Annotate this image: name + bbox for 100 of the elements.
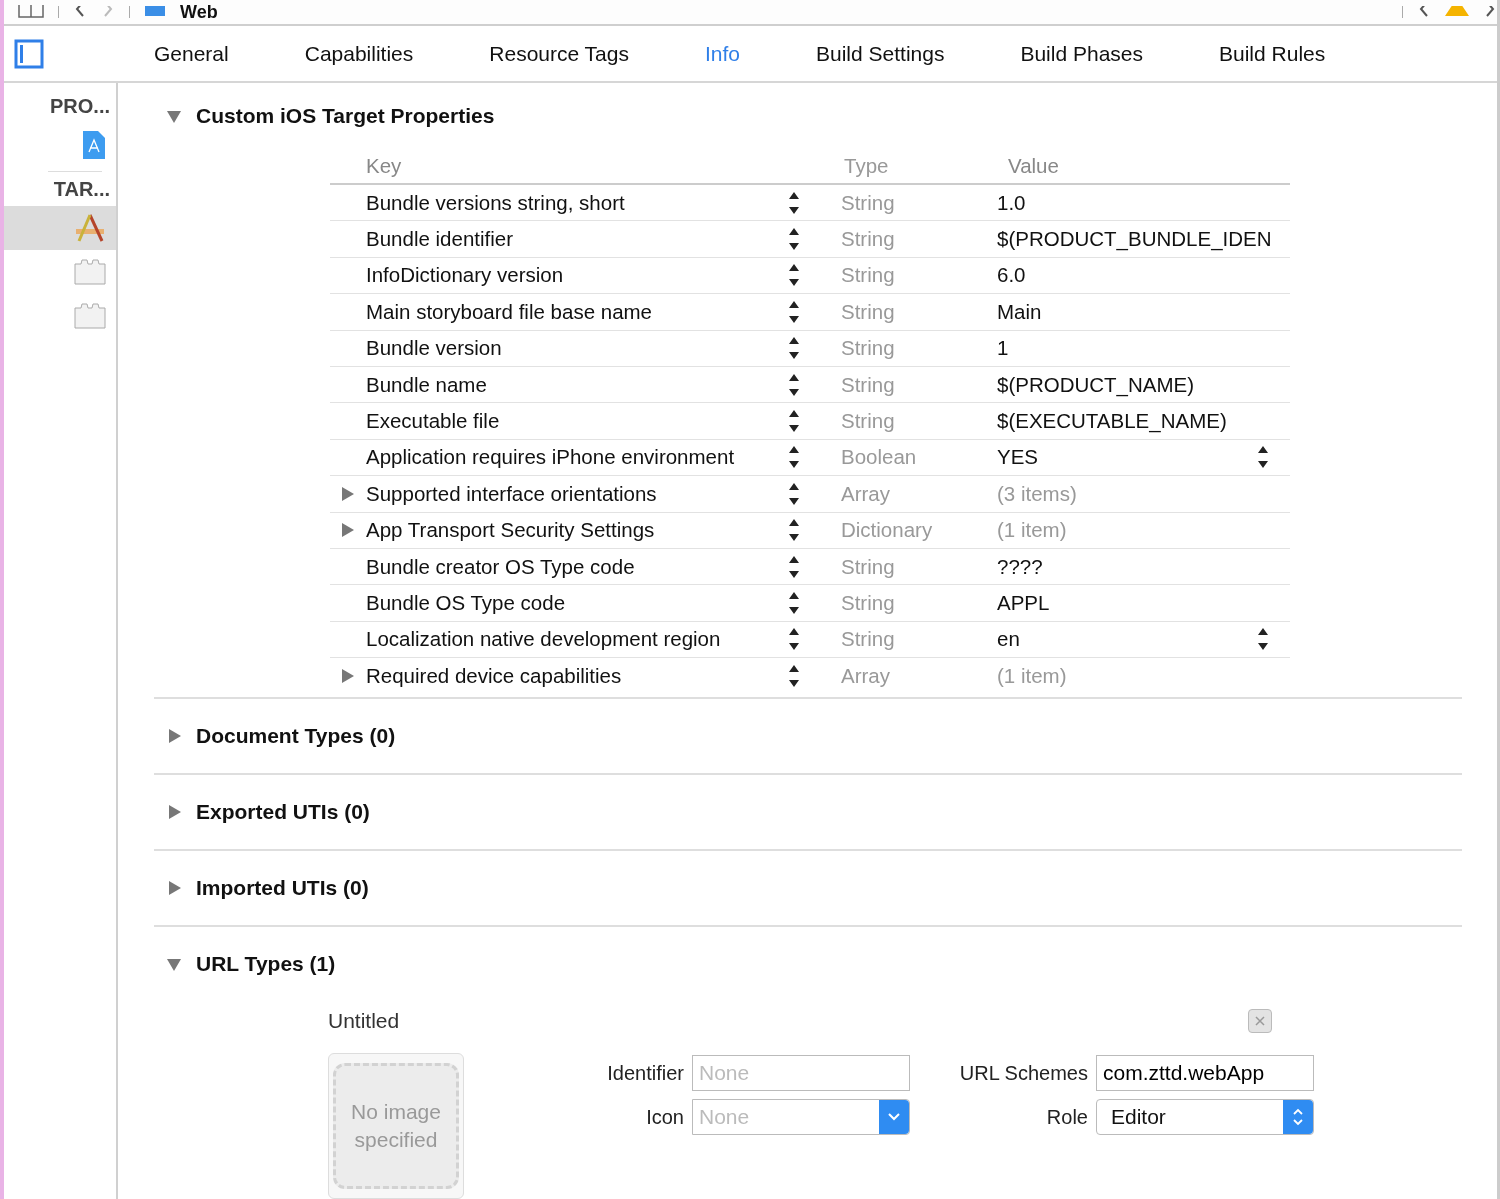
property-key: Executable file xyxy=(366,409,786,434)
stepper-icon[interactable] xyxy=(789,628,799,651)
tab[interactable]: Build Settings xyxy=(816,37,945,70)
field-label: Identifier xyxy=(606,1061,684,1085)
popup-arrows-icon[interactable] xyxy=(1258,628,1268,651)
property-key: Bundle version xyxy=(366,336,786,361)
back-icon[interactable] xyxy=(73,6,87,18)
popup-arrows-icon[interactable] xyxy=(1258,446,1268,469)
bundle-icon xyxy=(74,303,106,329)
disclosure-triangle-icon[interactable] xyxy=(166,804,182,821)
stepper-icon[interactable] xyxy=(789,337,799,360)
stepper-icon[interactable] xyxy=(789,300,799,323)
field-label: Icon xyxy=(645,1105,684,1129)
property-type: Boolean xyxy=(841,445,918,470)
property-value: $(PRODUCT_NAME) xyxy=(997,372,1196,397)
property-value: 1.0 xyxy=(997,190,1027,215)
forward-icon[interactable] xyxy=(1483,6,1497,18)
property-key: Bundle versions string, short xyxy=(366,190,786,215)
field-label: URL Schemes xyxy=(958,1061,1088,1085)
identifier-field[interactable]: None xyxy=(692,1055,910,1092)
stepper-icon[interactable] xyxy=(789,373,799,396)
property-key: InfoDictionary version xyxy=(366,263,786,288)
tab[interactable]: Info xyxy=(705,37,740,70)
column-header: Type xyxy=(844,154,890,178)
disclosure-triangle-icon[interactable] xyxy=(166,956,182,973)
tab[interactable]: Resource Tags xyxy=(489,37,629,70)
property-type: String xyxy=(841,299,896,324)
property-value: (3 items) xyxy=(997,481,1078,506)
disclosure-triangle-icon[interactable] xyxy=(166,108,182,124)
property-key: Main storyboard file base name xyxy=(366,299,786,324)
tab[interactable]: Build Rules xyxy=(1219,37,1326,70)
property-key: Bundle name xyxy=(366,372,786,397)
property-type: String xyxy=(841,263,896,288)
section-title: Document Types (0) xyxy=(196,724,396,749)
layout-icon[interactable] xyxy=(18,5,44,19)
close-icon[interactable] xyxy=(1248,1009,1272,1034)
section-title: Imported UTIs (0) xyxy=(196,876,369,901)
property-value: ???? xyxy=(997,554,1044,579)
expand-triangle-icon[interactable] xyxy=(341,667,355,684)
property-key: App Transport Security Settings xyxy=(366,518,786,543)
section-title: Exported UTIs (0) xyxy=(196,800,370,825)
property-value: 1 xyxy=(997,336,1010,361)
stepper-icon[interactable] xyxy=(789,410,799,433)
property-type: String xyxy=(841,227,896,252)
property-value: $(EXECUTABLE_NAME) xyxy=(997,409,1228,434)
property-type: Array xyxy=(841,481,891,506)
property-type: String xyxy=(841,190,896,215)
property-value: (1 item) xyxy=(997,518,1068,543)
stepper-icon[interactable] xyxy=(789,482,799,505)
property-value: 6.0 xyxy=(997,263,1027,288)
stepper-icon[interactable] xyxy=(789,555,799,578)
stepper-icon[interactable] xyxy=(789,191,799,214)
property-key: Supported interface orientations xyxy=(366,481,786,506)
sidebar-toggle-icon[interactable] xyxy=(14,38,44,69)
expand-triangle-icon[interactable] xyxy=(341,485,355,502)
url-schemes-field[interactable]: com.zttd.webApp xyxy=(1096,1055,1314,1092)
role-popup-button[interactable]: Editor xyxy=(1096,1099,1314,1136)
property-key: Required device capabilities xyxy=(366,663,786,688)
property-type: String xyxy=(841,554,896,579)
property-type: Dictionary xyxy=(841,518,934,543)
property-type: String xyxy=(841,336,896,361)
property-key: Bundle OS Type code xyxy=(366,591,786,615)
bundle-icon xyxy=(74,259,106,285)
stepper-icon[interactable] xyxy=(789,228,799,251)
app-icon xyxy=(74,213,106,243)
property-value: APPL xyxy=(997,591,1051,615)
expand-triangle-icon[interactable] xyxy=(341,522,355,539)
field-label: Role xyxy=(1045,1105,1088,1129)
section-title: Custom iOS Target Properties xyxy=(196,104,495,128)
property-type: String xyxy=(841,409,896,434)
column-header: Key xyxy=(366,154,403,178)
back-icon[interactable] xyxy=(1417,6,1431,18)
property-key: Application requires iPhone environment xyxy=(366,445,786,470)
property-type: String xyxy=(841,372,896,397)
property-value: en xyxy=(997,627,1021,652)
disclosure-triangle-icon[interactable] xyxy=(166,880,182,897)
tab[interactable]: Capabilities xyxy=(304,37,414,70)
disclosure-triangle-icon[interactable] xyxy=(166,728,182,745)
property-key: Localization native development region xyxy=(366,627,786,652)
image-placeholder-text: No image specified xyxy=(333,1063,459,1190)
property-value: (1 item) xyxy=(997,663,1068,688)
stepper-icon[interactable] xyxy=(789,264,799,287)
sidebar-group-title: PRO... xyxy=(49,94,111,119)
property-key: Bundle identifier xyxy=(366,227,786,252)
stepper-icon[interactable] xyxy=(789,446,799,469)
property-value: Main xyxy=(997,299,1043,324)
up-down-chevron-icon xyxy=(1293,1108,1303,1127)
property-value: $(PRODUCT_BUNDLE_IDEN xyxy=(997,227,1273,252)
stepper-icon[interactable] xyxy=(789,664,799,687)
tab[interactable]: General xyxy=(154,37,229,70)
sidebar-group-title: TAR... xyxy=(52,177,111,202)
property-type: String xyxy=(841,627,896,652)
tab[interactable]: Build Phases xyxy=(1020,37,1143,70)
property-type: Array xyxy=(841,663,891,688)
column-header: Value xyxy=(1008,154,1060,178)
property-type: String xyxy=(841,591,896,615)
stepper-icon[interactable] xyxy=(789,592,799,614)
stepper-icon[interactable] xyxy=(789,519,799,542)
section-title: URL Types (1) xyxy=(196,952,336,977)
project-file-icon xyxy=(144,6,166,18)
